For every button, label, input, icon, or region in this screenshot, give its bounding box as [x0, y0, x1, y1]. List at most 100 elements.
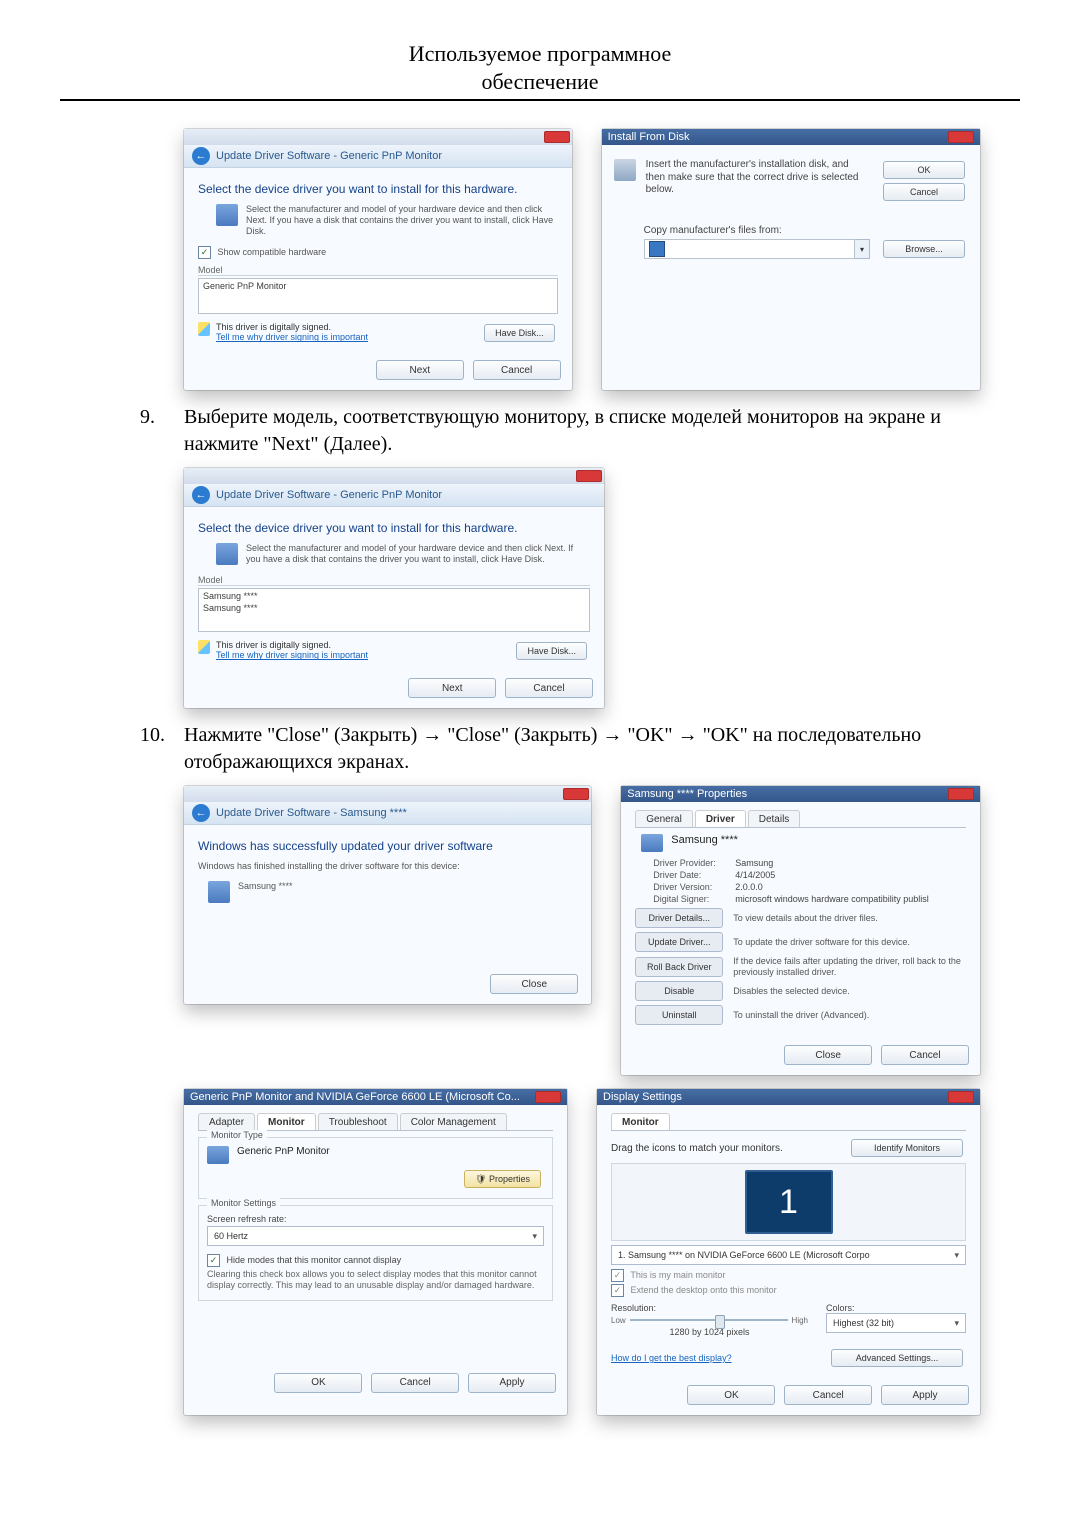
resolution-slider[interactable]: Low High	[611, 1315, 808, 1325]
signing-help-link[interactable]: Tell me why driver signing is important	[216, 650, 368, 660]
floppy-icon	[614, 159, 636, 181]
apply-button[interactable]: Apply	[881, 1385, 969, 1405]
dialog-title: Samsung **** Properties	[621, 786, 980, 802]
back-arrow-icon[interactable]: ←	[192, 804, 210, 822]
identify-monitors-button[interactable]: Identify Monitors	[851, 1139, 963, 1157]
close-icon[interactable]	[544, 131, 570, 143]
refresh-select[interactable]: 60 Hertz	[207, 1226, 544, 1246]
hide-modes-label: Hide modes that this monitor cannot disp…	[227, 1255, 402, 1265]
close-icon[interactable]	[576, 470, 602, 482]
titlebar	[184, 786, 591, 802]
cancel-button[interactable]: Cancel	[371, 1373, 459, 1393]
model-item[interactable]: Samsung ****	[203, 591, 585, 603]
main-monitor-checkbox[interactable]: ✓	[611, 1269, 624, 1282]
ok-button[interactable]: OK	[883, 161, 965, 179]
browse-button[interactable]: Browse...	[883, 240, 965, 258]
ok-button[interactable]: OK	[274, 1373, 362, 1393]
back-arrow-icon[interactable]: ←	[192, 147, 210, 165]
close-button[interactable]: Close	[490, 974, 578, 994]
close-icon[interactable]	[563, 788, 589, 800]
tab-general[interactable]: General	[635, 810, 693, 827]
tab-details[interactable]: Details	[748, 810, 801, 827]
dialog-title: Install From Disk	[602, 129, 980, 145]
titlebar	[184, 129, 572, 145]
model-item[interactable]: Generic PnP Monitor	[203, 281, 553, 293]
model-group-label: Model	[198, 575, 590, 586]
update-driver-button[interactable]: Update Driver...	[635, 932, 723, 952]
hide-modes-desc: Clearing this check box allows you to se…	[207, 1269, 544, 1292]
ok-button[interactable]: OK	[687, 1385, 775, 1405]
back-arrow-icon[interactable]: ←	[192, 486, 210, 504]
advanced-settings-button[interactable]: Advanced Settings...	[831, 1349, 963, 1367]
driver-details-button[interactable]: Driver Details...	[635, 908, 723, 928]
titlebar	[184, 468, 604, 484]
compat-checkbox[interactable]: ✓	[198, 246, 211, 259]
properties-button[interactable]: 🛡 Properties	[464, 1170, 541, 1188]
apply-button[interactable]: Apply	[468, 1373, 556, 1393]
step-text: Нажмите "Close" (Закрыть) → "Close" (Зак…	[184, 722, 980, 776]
tab-adapter[interactable]: Adapter	[198, 1113, 255, 1130]
breadcrumb: Update Driver Software - Generic PnP Mon…	[216, 489, 442, 501]
drag-hint: Drag the icons to match your monitors.	[611, 1143, 783, 1154]
shield-icon	[198, 322, 210, 336]
next-button[interactable]: Next	[376, 360, 464, 380]
monitor-icon	[641, 834, 663, 852]
have-disk-button[interactable]: Have Disk...	[516, 642, 587, 660]
success-sub: Windows has finished installing the driv…	[198, 861, 577, 871]
cancel-button[interactable]: Cancel	[505, 678, 593, 698]
step-9: 9. Выберите модель, соответствующую мони…	[100, 404, 980, 458]
model-list[interactable]: Generic PnP Monitor	[198, 278, 558, 314]
driver-properties-dialog: Samsung **** Properties General Driver D…	[621, 786, 980, 1075]
close-button[interactable]: Close	[784, 1045, 872, 1065]
tab-monitor[interactable]: Monitor	[257, 1113, 316, 1130]
disk-icon	[216, 204, 238, 226]
signing-help-link[interactable]: Tell me why driver signing is important	[216, 332, 368, 342]
rollback-driver-button[interactable]: Roll Back Driver	[635, 957, 723, 977]
copy-path-input[interactable]	[644, 239, 855, 259]
tab-color-management[interactable]: Color Management	[400, 1113, 507, 1130]
tab-driver[interactable]: Driver	[695, 810, 746, 827]
main-monitor-label: This is my main monitor	[630, 1270, 725, 1280]
tab-monitor[interactable]: Monitor	[611, 1113, 670, 1130]
cancel-button[interactable]: Cancel	[473, 360, 561, 380]
success-heading: Windows has successfully updated your dr…	[198, 839, 577, 853]
cancel-button[interactable]: Cancel	[784, 1385, 872, 1405]
hide-modes-checkbox[interactable]: ✓	[207, 1254, 220, 1267]
close-icon[interactable]	[948, 1091, 974, 1103]
colors-select[interactable]: Highest (32 bit)	[826, 1313, 966, 1333]
wizard-heading: Select the device driver you want to ins…	[198, 521, 590, 535]
model-list[interactable]: Samsung **** Samsung ****	[198, 588, 590, 632]
extend-desktop-checkbox[interactable]: ✓	[611, 1284, 624, 1297]
next-button[interactable]: Next	[408, 678, 496, 698]
tabs: Monitor	[611, 1113, 966, 1131]
step-number: 9.	[140, 404, 184, 431]
display-combo[interactable]: 1. Samsung **** on NVIDIA GeForce 6600 L…	[611, 1245, 966, 1265]
shield-icon	[198, 640, 210, 654]
breadcrumb-strip: ← Update Driver Software - Samsung ****	[184, 802, 591, 825]
uninstall-button[interactable]: Uninstall	[635, 1005, 723, 1025]
breadcrumb-strip: ← Update Driver Software - Generic PnP M…	[184, 145, 572, 168]
close-icon[interactable]	[948, 788, 974, 800]
shield-icon: 🛡	[475, 1174, 486, 1185]
close-icon[interactable]	[948, 131, 974, 143]
breadcrumb-strip: ← Update Driver Software - Generic PnP M…	[184, 484, 604, 507]
tabs: General Driver Details	[635, 810, 966, 828]
model-item[interactable]: Samsung ****	[203, 603, 585, 615]
disk-icon	[216, 543, 238, 565]
cancel-button[interactable]: Cancel	[881, 1045, 969, 1065]
breadcrumb: Update Driver Software - Generic PnP Mon…	[216, 150, 442, 162]
install-from-disk-dialog: Install From Disk Insert the manufacture…	[602, 129, 980, 390]
display-settings-dialog: Display Settings Monitor Drag the icons …	[597, 1089, 980, 1415]
help-link[interactable]: How do I get the best display?	[611, 1353, 732, 1363]
close-icon[interactable]	[535, 1091, 561, 1103]
disable-button[interactable]: Disable	[635, 981, 723, 1001]
monitor-icon	[207, 1146, 229, 1164]
model-group-label: Model	[198, 265, 558, 276]
cancel-button[interactable]: Cancel	[883, 183, 965, 201]
have-disk-button[interactable]: Have Disk...	[484, 324, 555, 342]
tab-troubleshoot[interactable]: Troubleshoot	[318, 1113, 398, 1130]
monitor-settings-group: Monitor Settings Screen refresh rate: 60…	[198, 1205, 553, 1301]
monitor-preview[interactable]: 1	[745, 1170, 833, 1234]
path-dropdown[interactable]: ▾	[855, 239, 870, 259]
monitor-properties-dialog: Generic PnP Monitor and NVIDIA GeForce 6…	[184, 1089, 567, 1415]
